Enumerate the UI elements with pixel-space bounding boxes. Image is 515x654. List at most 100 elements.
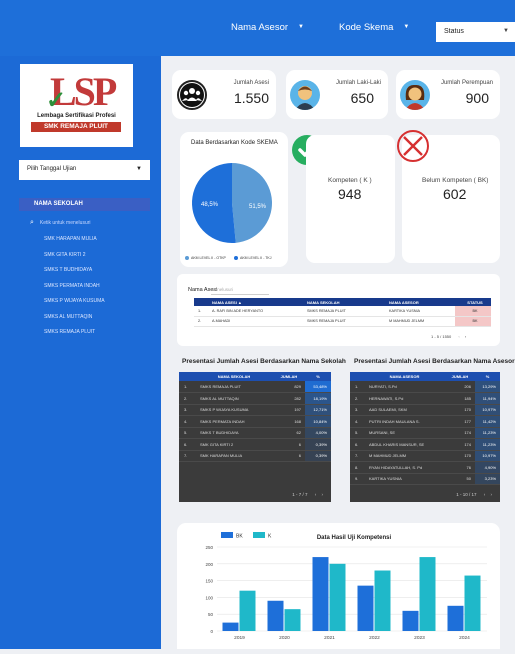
row-pct: 11,23% xyxy=(475,438,500,451)
row-count: 197 xyxy=(273,404,305,416)
col-jumlah[interactable]: JUMLAH xyxy=(273,372,305,381)
table-row[interactable]: 3. SMKS P WIJAYA KUSUMA 197 12,71% xyxy=(179,404,331,416)
col-pct[interactable]: % xyxy=(475,372,500,381)
logo-subtitle: Lembaga Sertifikasi Profesi xyxy=(37,113,116,119)
chevron-down-icon: ▼ xyxy=(403,24,410,31)
table-row[interactable]: 5. SMKS T BUDHIDAYA 62 4,00% xyxy=(179,427,331,439)
table-row[interactable]: 3. AAD SULAEMI, SKM 170 10,97% xyxy=(350,404,500,416)
y-tick-label: 150 xyxy=(205,579,213,584)
bar-k-2019[interactable] xyxy=(239,590,256,631)
row-number: 7. xyxy=(350,450,364,462)
table-row[interactable]: 7. M MAHMUD JELMM 170 10,97% xyxy=(350,450,500,462)
row-count: 829 xyxy=(273,381,305,393)
group-icon xyxy=(177,80,207,110)
col-nama-asesor[interactable]: NAMA ASESOR xyxy=(385,298,455,306)
x-tick-label: 2021 xyxy=(324,635,335,641)
bar-k-2021[interactable] xyxy=(329,563,346,631)
row-name: ABDUL KHARIS MANSUR, SE xyxy=(364,438,445,451)
table-row[interactable]: 1. SMKS REMAJA PLUIT 829 53,48% xyxy=(179,381,331,393)
col-status[interactable]: STATUS xyxy=(455,298,491,306)
row-pct: 4,00% xyxy=(305,427,331,439)
cell-asesor: M MAHMUD JELMM xyxy=(385,316,455,327)
logo-band: SMK REMAJA PLUIT xyxy=(31,122,121,132)
bar-bk-2019[interactable] xyxy=(222,622,239,631)
bar-k-2023[interactable] xyxy=(419,557,436,631)
skema-filter[interactable]: Kode Skema ▼ xyxy=(339,22,409,33)
row-number: 3. xyxy=(350,404,364,416)
table-row[interactable]: 2. HERNAWATI, S.Pd 185 11,94% xyxy=(350,392,500,405)
table-row[interactable]: 7. SMK HARAPAN MULIA 6 0,39% xyxy=(179,450,331,462)
chart-title: Data Hasil Uji Kompetensi xyxy=(317,535,392,541)
female-avatar-icon xyxy=(400,80,430,110)
skema-pie-card: Data Berdasarkan Kode SKEMA 48,5% 51,5% … xyxy=(180,132,288,267)
row-count: 6 xyxy=(273,438,305,451)
table-row[interactable]: 6. ABDUL KHARIS MANSUR, SE 174 11,23% xyxy=(350,438,500,451)
table-row[interactable]: 2. SMKS AL MUTTAQIN 282 18,19% xyxy=(179,392,331,405)
bar-k-2020[interactable] xyxy=(284,609,301,631)
bar-k-2022[interactable] xyxy=(374,570,391,631)
bar-bk-2023[interactable] xyxy=(402,610,419,631)
school-search[interactable]: ⌕ Ketik untuk menelusuri xyxy=(30,219,91,227)
bar-bk-2021[interactable] xyxy=(312,557,329,631)
col-pct[interactable]: % xyxy=(305,372,331,381)
table-row[interactable]: 9. KARTIKA YUSNIA 50 3,23% xyxy=(350,473,500,485)
legend-otkp: AKM LEVEL II - OTKP xyxy=(185,256,226,261)
col-jumlah[interactable]: JUMLAH xyxy=(445,372,475,381)
school-option[interactable]: SMKS P WIJAYA KUSUMA xyxy=(44,298,105,314)
table-row[interactable]: 2. A.MAHADI SMKS REMAJA PLUIT M MAHMUD J… xyxy=(194,316,491,327)
prev-page-icon[interactable]: ‹ xyxy=(458,334,459,339)
status-dropdown[interactable]: Status ▼ xyxy=(436,22,515,42)
col-nama-asesi[interactable]: NAMA ASESI ▲ xyxy=(208,298,303,306)
school-option[interactable]: SMKS T BUDHIDAYA xyxy=(44,267,105,283)
school-option[interactable]: SMK GITA KIRTI 2 xyxy=(44,252,105,268)
col-nama-sekolah[interactable]: NAMA SEKOLAH xyxy=(195,372,273,381)
bar-k-2024[interactable] xyxy=(464,575,481,631)
date-picker[interactable]: Pilih Tanggal Ujian ▼ xyxy=(19,160,150,180)
table-row[interactable]: 4. SMKS PERMATA INDAH 168 10,84% xyxy=(179,415,331,428)
asesi-search-input[interactable]: Menelusuri xyxy=(211,287,269,295)
table-row[interactable]: 1. NURYATI, S.Pd 206 13,29% xyxy=(350,381,500,393)
y-tick-label: 200 xyxy=(205,562,213,567)
next-page-icon[interactable]: › xyxy=(465,334,466,339)
school-option[interactable]: SMKS AL MUTTAQIN xyxy=(44,314,105,330)
pie-chart: 48,5% 51,5% xyxy=(192,163,273,243)
row-name: KARTIKA YUSNIA xyxy=(364,473,445,485)
school-option[interactable]: SMKS REMAJA PLUIT xyxy=(44,329,105,345)
school-option[interactable]: SMKS PERMATA INDAH xyxy=(44,283,105,299)
row-number: 6. xyxy=(350,438,364,451)
row-count: 168 xyxy=(273,415,305,428)
col-nama-sekolah[interactable]: NAMA SEKOLAH xyxy=(303,298,385,306)
prev-page-icon[interactable]: ‹ xyxy=(484,492,486,497)
row-number: 2. xyxy=(194,316,208,327)
table-row[interactable]: 6. SMK GITA KIRTI 2 6 0,39% xyxy=(179,438,331,451)
status-badge: BK xyxy=(455,306,491,317)
row-name: SMK GITA KIRTI 2 xyxy=(195,438,273,451)
skema-filter-label: Kode Skema xyxy=(339,22,394,33)
table-row[interactable]: 8. RYAN HIDAYATULLAH, S. Pd 76 4,90% xyxy=(350,461,500,474)
table-row[interactable]: 5. MURSANI, SE 174 11,23% xyxy=(350,427,500,439)
prev-page-icon[interactable]: ‹ xyxy=(315,492,317,497)
school-filter-header[interactable]: NAMA SEKOLAH xyxy=(19,198,150,211)
female-card: Jumlah Perempuan 900 xyxy=(396,70,500,119)
legend-swatch xyxy=(221,532,233,538)
next-page-icon[interactable]: › xyxy=(322,492,324,497)
row-count: 76 xyxy=(445,461,475,474)
row-number: 2. xyxy=(179,392,195,405)
bar-bk-2024[interactable] xyxy=(447,605,464,631)
school-pager-text: 1 - 7 / 7 xyxy=(292,492,308,497)
bar-bk-2022[interactable] xyxy=(357,585,374,631)
asesor-pager-text: 1 - 10 / 17 xyxy=(456,492,477,497)
row-pct: 10,97% xyxy=(475,404,500,416)
table-row[interactable]: 4. PUTRI INDAH MAULANA S. 177 11,42% xyxy=(350,415,500,428)
asesor-filter[interactable]: Nama Asesor ▼ xyxy=(231,22,304,33)
pie-slice-otkp[interactable] xyxy=(232,163,273,243)
school-table-title: Presentasi Jumlah Asesi Berdasarkan Nama… xyxy=(182,358,346,365)
school-option[interactable]: SMK HARAPAN MULIA xyxy=(44,236,105,252)
bar-bk-2020[interactable] xyxy=(267,600,284,631)
legend-dot xyxy=(185,256,189,261)
table-row[interactable]: 1. A. RAFI BIN ADE HERYANTO SMKS REMAJA … xyxy=(194,306,491,317)
col-nama-asesor[interactable]: NAMA ASESOR xyxy=(364,372,445,381)
row-count: 50 xyxy=(445,473,475,485)
next-page-icon[interactable]: › xyxy=(491,492,493,497)
row-name: SMKS T BUDHIDAYA xyxy=(195,427,273,439)
